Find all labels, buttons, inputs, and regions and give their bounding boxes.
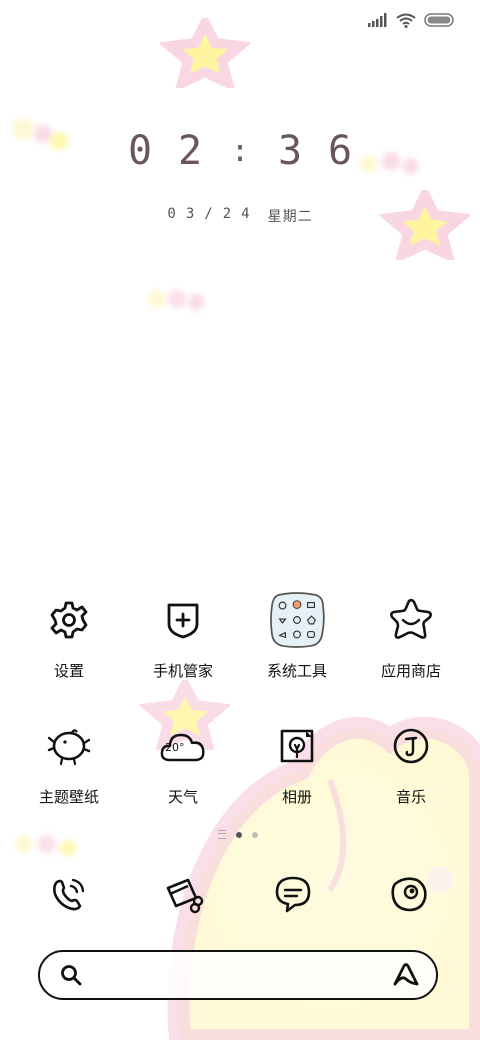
- clock-digit: 6: [327, 128, 353, 174]
- search-bar[interactable]: [38, 950, 438, 1000]
- status-bar: [368, 8, 454, 32]
- camera-icon: [391, 877, 427, 912]
- weekday: 星期二: [267, 209, 313, 225]
- clock-digit: 2: [177, 128, 203, 174]
- app-label: 设置: [53, 662, 84, 680]
- page-dot: [252, 831, 258, 838]
- clock[interactable]: 0 2 : 3 6: [0, 128, 480, 174]
- app-label: 应用商店: [380, 662, 441, 680]
- app-themes[interactable]: 主题壁纸: [14, 718, 124, 807]
- date-char: /: [204, 206, 213, 222]
- app-label: 相册: [281, 788, 312, 806]
- app-label: 天气: [167, 788, 198, 806]
- date-char: 4: [241, 206, 250, 222]
- date-char: 3: [185, 206, 195, 222]
- dock-cards[interactable]: [156, 866, 212, 922]
- clock-digit: 0: [127, 128, 153, 174]
- phone-icon: [53, 878, 85, 911]
- app-system-tools-folder[interactable]: 系统工具: [242, 592, 352, 681]
- date-char: 2: [222, 206, 232, 222]
- cloud-icon: 20°: [155, 718, 211, 774]
- dock-phone[interactable]: [41, 866, 97, 922]
- wifi-icon: [396, 13, 416, 28]
- music-note-icon: [383, 718, 439, 774]
- app-phone-manager[interactable]: 手机管家: [128, 592, 238, 681]
- app-weather[interactable]: 20° 天气: [128, 718, 238, 807]
- photo-tree-icon: [269, 718, 325, 774]
- search-icon[interactable]: [60, 964, 82, 986]
- clock-separator: :: [230, 133, 250, 169]
- date: 0 3 / 2 4 星期二: [0, 206, 480, 226]
- gear-icon: [41, 592, 97, 648]
- page-dot-active: [236, 831, 242, 838]
- app-label: 手机管家: [152, 662, 213, 680]
- app-drawer-indicator: [218, 830, 226, 839]
- page-indicator[interactable]: [218, 830, 258, 839]
- chat-bubble-icon: [275, 876, 311, 913]
- battery-icon: [424, 13, 454, 27]
- voice-assistant-icon[interactable]: [392, 963, 420, 987]
- smiling-star-icon: [383, 592, 439, 648]
- app-label: 音乐: [395, 788, 426, 806]
- clock-digit: 3: [277, 128, 303, 174]
- shield-plus-icon: [155, 592, 211, 648]
- bird-icon: [41, 718, 97, 774]
- folder-icon: [269, 592, 325, 648]
- date-char: 0: [167, 206, 176, 222]
- home-screen: 0 2 : 3 6 0 3 / 2 4 星期二 设置 手机管家 系统工具 应用商…: [0, 0, 480, 1040]
- app-label: 系统工具: [266, 662, 327, 680]
- cards-icon: [166, 878, 204, 914]
- weather-temperature: 20°: [165, 741, 185, 754]
- app-label: 主题壁纸: [38, 788, 99, 806]
- signal-bars-icon: [368, 13, 387, 27]
- app-gallery[interactable]: 相册: [242, 718, 352, 807]
- app-app-store[interactable]: 应用商店: [356, 592, 466, 681]
- dock-messages[interactable]: [265, 866, 321, 922]
- app-settings[interactable]: 设置: [14, 592, 124, 681]
- dock-camera[interactable]: [381, 866, 437, 922]
- app-music[interactable]: 音乐: [356, 718, 466, 807]
